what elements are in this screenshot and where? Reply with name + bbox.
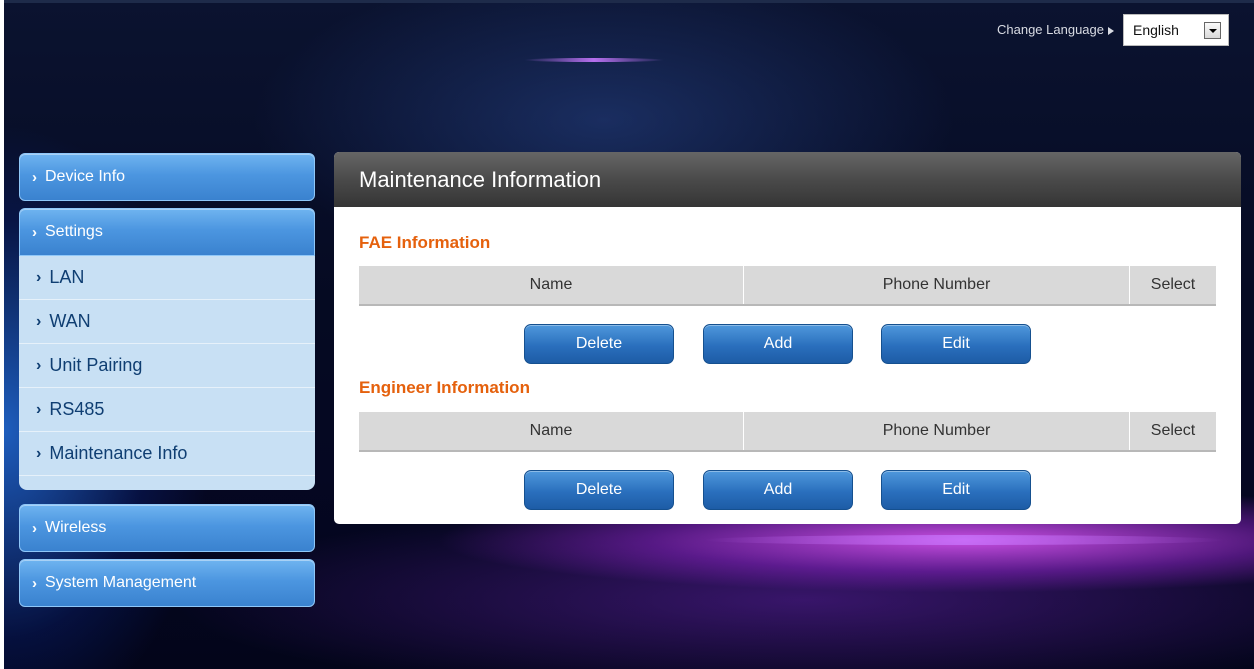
settings-submenu: › LAN › WAN › Unit Pairing › RS485 › Mai… — [19, 256, 315, 490]
submenu-item-rs485[interactable]: › RS485 — [19, 388, 315, 432]
engineer-add-button[interactable]: Add — [703, 470, 853, 510]
submenu-label: RS485 — [49, 399, 105, 419]
fae-section-title: FAE Information — [359, 233, 491, 252]
chevron-right-icon: › — [36, 268, 42, 286]
engineer-section-title: Engineer Information — [359, 378, 530, 397]
submenu-label: LAN — [49, 267, 85, 287]
submenu-item-maintenance-info[interactable]: › Maintenance Info — [19, 432, 315, 476]
menu-label: Device Info — [45, 168, 126, 185]
column-header-select: Select — [1150, 276, 1196, 293]
chevron-right-icon: › — [32, 574, 37, 592]
menu-label: Wireless — [45, 519, 107, 536]
chevron-right-icon: › — [36, 444, 42, 462]
top-border — [4, 0, 1254, 3]
language-selected-value: English — [1133, 22, 1179, 38]
page-title: Maintenance Information — [334, 152, 1241, 207]
submenu-label: WAN — [49, 311, 91, 331]
menu-label: System Management — [45, 574, 197, 591]
background: Change Language English › Device Info › … — [4, 0, 1254, 669]
fae-add-button[interactable]: Add — [703, 324, 853, 364]
column-header-select: Select — [1150, 422, 1196, 439]
triangle-right-icon — [1108, 26, 1114, 35]
chevron-right-icon: › — [32, 519, 37, 537]
menu-wireless[interactable]: › Wireless — [19, 504, 315, 552]
menu-settings[interactable]: › Settings — [19, 208, 315, 256]
submenu-label: Maintenance Info — [49, 443, 188, 463]
chevron-right-icon: › — [36, 356, 42, 374]
language-select[interactable]: English — [1123, 14, 1229, 46]
engineer-table-header: Name Phone Number Select — [359, 412, 1216, 452]
engineer-delete-button[interactable]: Delete — [524, 470, 674, 510]
engineer-edit-button[interactable]: Edit — [881, 470, 1031, 510]
light-streak — [524, 58, 664, 62]
menu-label: Settings — [45, 223, 103, 240]
chevron-right-icon: › — [32, 168, 37, 186]
fae-delete-button[interactable]: Delete — [524, 324, 674, 364]
submenu-label: Unit Pairing — [49, 355, 143, 375]
change-language-label: Change Language — [997, 22, 1114, 37]
chevron-right-icon: › — [36, 400, 42, 418]
fae-table-header: Name Phone Number Select — [359, 266, 1216, 306]
chevron-down-icon[interactable] — [1204, 22, 1221, 39]
column-header-phone: Phone Number — [744, 412, 1130, 450]
maintenance-panel: Maintenance Information FAE Information … — [334, 152, 1241, 524]
column-header-phone: Phone Number — [744, 266, 1130, 304]
light-streak — [704, 535, 1224, 545]
menu-device-info[interactable]: › Device Info — [19, 153, 315, 201]
fae-edit-button[interactable]: Edit — [881, 324, 1031, 364]
menu-system-management[interactable]: › System Management — [19, 559, 315, 607]
change-language-text: Change Language — [997, 22, 1104, 37]
submenu-item-wan[interactable]: › WAN — [19, 300, 315, 344]
chevron-right-icon: › — [32, 223, 37, 241]
chevron-right-icon: › — [36, 312, 42, 330]
submenu-item-lan[interactable]: › LAN — [19, 256, 315, 300]
submenu-item-unit-pairing[interactable]: › Unit Pairing — [19, 344, 315, 388]
column-header-name: Name — [359, 412, 744, 450]
column-header-name: Name — [359, 266, 744, 304]
